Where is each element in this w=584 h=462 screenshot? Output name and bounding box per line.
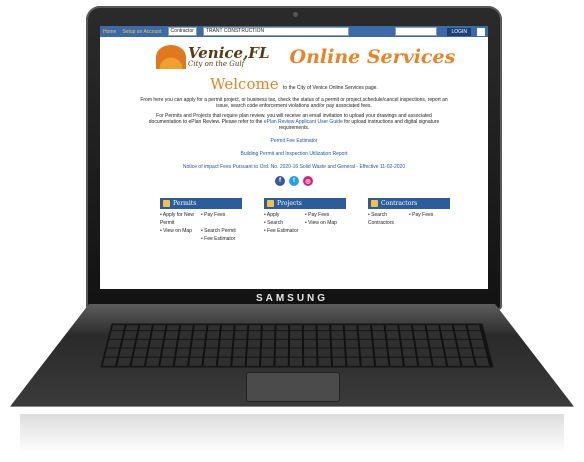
list-item[interactable]	[305, 227, 346, 235]
social-links: f t ◎	[100, 176, 488, 187]
webcam	[293, 12, 298, 17]
top-nav-bar: Home Setup an Account Contractor TRANT C…	[100, 26, 488, 37]
logo-tagline: City on the Gulf	[188, 60, 245, 68]
contractors-icon	[371, 200, 378, 208]
eplan-guide-link[interactable]: ePlan Review Applicant User Guide	[264, 119, 343, 125]
contractors-header[interactable]: Contractors	[368, 198, 450, 210]
list-item[interactable]: • Pay Fees	[201, 211, 242, 227]
list-item[interactable]: • Pay Fees	[409, 211, 450, 227]
remember-checkbox[interactable]	[477, 27, 485, 36]
setup-account-link[interactable]: Setup an Account	[122, 29, 161, 35]
header: Venice,FL City on the Gulf Online Servic…	[156, 45, 488, 69]
sun-logo-icon	[156, 45, 186, 69]
permits-icon	[163, 200, 170, 208]
page-title: Online Services	[289, 46, 456, 68]
welcome-rest: to the City of Venice Online Services pa…	[283, 85, 378, 91]
welcome-heading: Welcome to the City of Venice Online Ser…	[100, 75, 488, 94]
list-item[interactable]: • Pay Fees	[305, 211, 346, 219]
search-input[interactable]	[395, 27, 438, 36]
trackpad	[246, 372, 340, 402]
list-item[interactable]	[160, 235, 201, 243]
plans-text: For Permits and Projects that require pl…	[148, 112, 440, 132]
login-button[interactable]: LOGIN	[447, 27, 471, 36]
list-item[interactable]: • Fee Estimator	[201, 235, 242, 243]
reflection	[20, 414, 564, 454]
home-link[interactable]: Home	[103, 29, 116, 35]
utilization-report-link[interactable]: Building Permit and Inspection Utilizati…	[100, 151, 488, 157]
permits-panel: Permits • Apply for New Permit • Pay Fee…	[160, 198, 242, 243]
list-item[interactable]: • View on Map	[305, 219, 346, 227]
list-item[interactable]: • Search Permit	[201, 227, 242, 235]
instagram-icon[interactable]: ◎	[303, 176, 313, 187]
venice-logo: Venice,FL City on the Gulf	[156, 45, 270, 69]
device-brand: SAMSUNG	[255, 293, 329, 304]
intro-text: From here you can apply for a permit pro…	[140, 97, 448, 110]
contractors-items: • Search Contractors • Pay Fees	[368, 211, 450, 227]
company-select[interactable]: TRANT CONSTRUCTION	[202, 27, 349, 36]
list-item[interactable]: • Fee Estimator	[264, 227, 305, 235]
projects-panel: Projects • Apply • Pay Fees • Search • V…	[264, 198, 346, 243]
list-item[interactable]: • Search	[264, 219, 305, 227]
fee-estimator-link[interactable]: Permit Fee Estimator	[100, 138, 488, 144]
facebook-icon[interactable]: f	[275, 176, 285, 187]
projects-header[interactable]: Projects	[264, 198, 346, 210]
welcome-big: Welcome	[210, 75, 279, 93]
contractors-panel: Contractors • Search Contractors • Pay F…	[368, 198, 450, 243]
list-item[interactable]: • View on Map	[160, 227, 201, 235]
list-item[interactable]: • Apply	[264, 211, 305, 219]
browser-screen: Home Setup an Account Contractor TRANT C…	[100, 26, 488, 289]
twitter-icon[interactable]: t	[289, 176, 299, 187]
permits-items: • Apply for New Permit • Pay Fees • View…	[160, 211, 242, 243]
role-select[interactable]: Contractor	[167, 27, 197, 36]
service-panels: Permits • Apply for New Permit • Pay Fee…	[160, 198, 488, 243]
impact-fees-notice-link[interactable]: Notice of impact Fees Pursuant to Ord. N…	[100, 164, 488, 170]
permits-header[interactable]: Permits	[160, 198, 242, 210]
logo-city: Venice,FL	[188, 44, 270, 62]
list-item[interactable]: • Apply for New Permit	[160, 211, 201, 227]
projects-icon	[267, 200, 274, 208]
keyboard	[100, 323, 494, 368]
projects-items: • Apply • Pay Fees • Search • View on Ma…	[264, 211, 346, 235]
list-item[interactable]: • Search Contractors	[368, 211, 409, 227]
